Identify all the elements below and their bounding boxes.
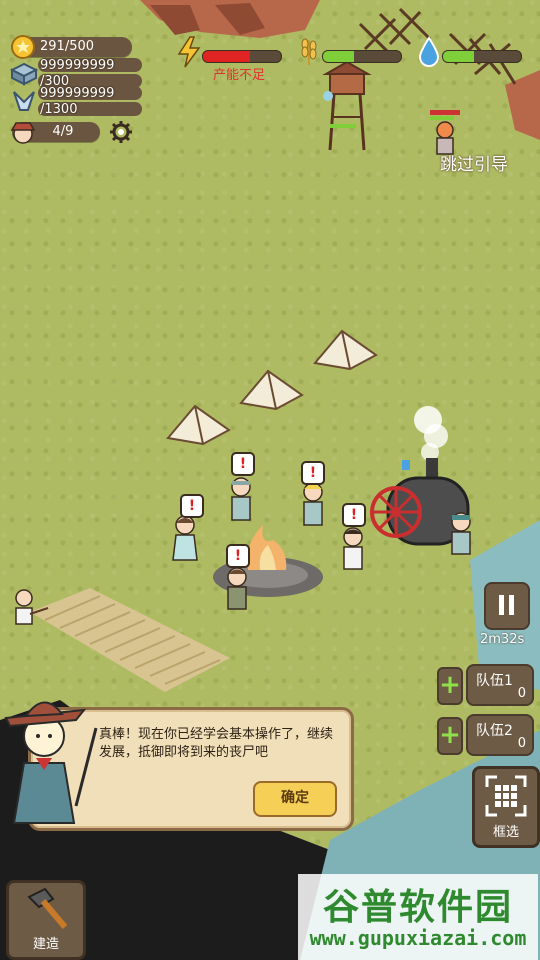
build-button[interactable]: 建造 — [6, 880, 86, 960]
alert-bubble[interactable]: ! — [180, 494, 204, 518]
survivor[interactable] — [298, 480, 328, 530]
pause-icon — [499, 595, 504, 615]
lightning-icon — [177, 36, 201, 68]
team-1-button[interactable]: 队伍1 0 — [466, 664, 534, 706]
wheat-icon — [301, 38, 317, 65]
energy-bar-fill — [203, 51, 250, 62]
crystal-cap: /1300 — [40, 102, 78, 117]
box-select-button[interactable]: 框选 — [472, 766, 540, 848]
population-counter: 4/9 — [10, 122, 100, 144]
team-1-count: 0 — [517, 686, 526, 701]
watermark-title: 谷普软件园 — [322, 887, 513, 928]
team-2-label: 队伍2 — [476, 723, 513, 739]
add-team-1-button[interactable]: + — [437, 667, 463, 705]
crystal-counter: 999999999 /1300 — [10, 86, 142, 120]
survivor[interactable] — [446, 510, 476, 558]
survivor-face-icon — [10, 122, 36, 144]
dialog-text: 真棒！现在你已经学会基本操作了，继续发展，抵御即将到来的丧尸吧 — [99, 727, 334, 760]
farmer[interactable] — [10, 588, 50, 628]
confirm-button[interactable]: 确定 — [253, 781, 337, 817]
energy-warning: 产能不足 — [213, 68, 266, 83]
gold-counter: 291/500 — [11, 35, 132, 59]
gear-icon[interactable] — [109, 120, 133, 144]
countdown-timer: 2m32s — [480, 632, 525, 647]
pause-button[interactable] — [484, 582, 530, 630]
tent[interactable] — [163, 400, 233, 445]
food-bar-fill — [323, 51, 355, 62]
survivor[interactable] — [226, 475, 256, 525]
water-bar — [442, 50, 522, 63]
alert-bubble[interactable]: ! — [342, 503, 366, 527]
team-1-label: 队伍1 — [476, 673, 513, 689]
alert-bubble[interactable]: ! — [301, 461, 325, 485]
food-bar — [322, 50, 402, 63]
add-team-2-button[interactable]: + — [437, 717, 463, 755]
build-label: 建造 — [32, 937, 59, 952]
guide-character — [4, 701, 98, 824]
farm-plot — [30, 588, 230, 692]
hammer-icon — [27, 887, 68, 929]
box-select-icon — [485, 775, 527, 817]
gold-value: 291/500 — [40, 39, 95, 54]
box-select-label: 框选 — [492, 825, 519, 840]
survivor[interactable] — [338, 525, 368, 573]
water-bar-fill — [443, 51, 475, 62]
water-drop-icon — [418, 36, 440, 67]
watermark-url: www.gupuxiazai.com — [309, 926, 527, 950]
team-2-button[interactable]: 队伍2 0 — [466, 714, 534, 756]
gold-coin-icon — [11, 35, 35, 59]
tent[interactable] — [310, 325, 380, 370]
stone-ingot-icon — [10, 62, 38, 86]
watermark: 谷普软件园 www.gupuxiazai.com — [298, 874, 538, 960]
alert-bubble[interactable]: ! — [226, 544, 250, 568]
survivor[interactable] — [222, 565, 252, 613]
population-value: 4/9 — [52, 124, 74, 139]
stone-value: 999999999 — [40, 58, 115, 73]
alert-bubble[interactable]: ! — [231, 452, 255, 476]
energy-bar — [202, 50, 282, 63]
tent[interactable] — [236, 365, 306, 410]
skip-guide-button[interactable]: 跳过引导 — [440, 150, 508, 175]
crystal-icon — [13, 91, 35, 111]
crystal-value: 999999999 — [40, 86, 115, 101]
team-2-count: 0 — [517, 736, 526, 751]
